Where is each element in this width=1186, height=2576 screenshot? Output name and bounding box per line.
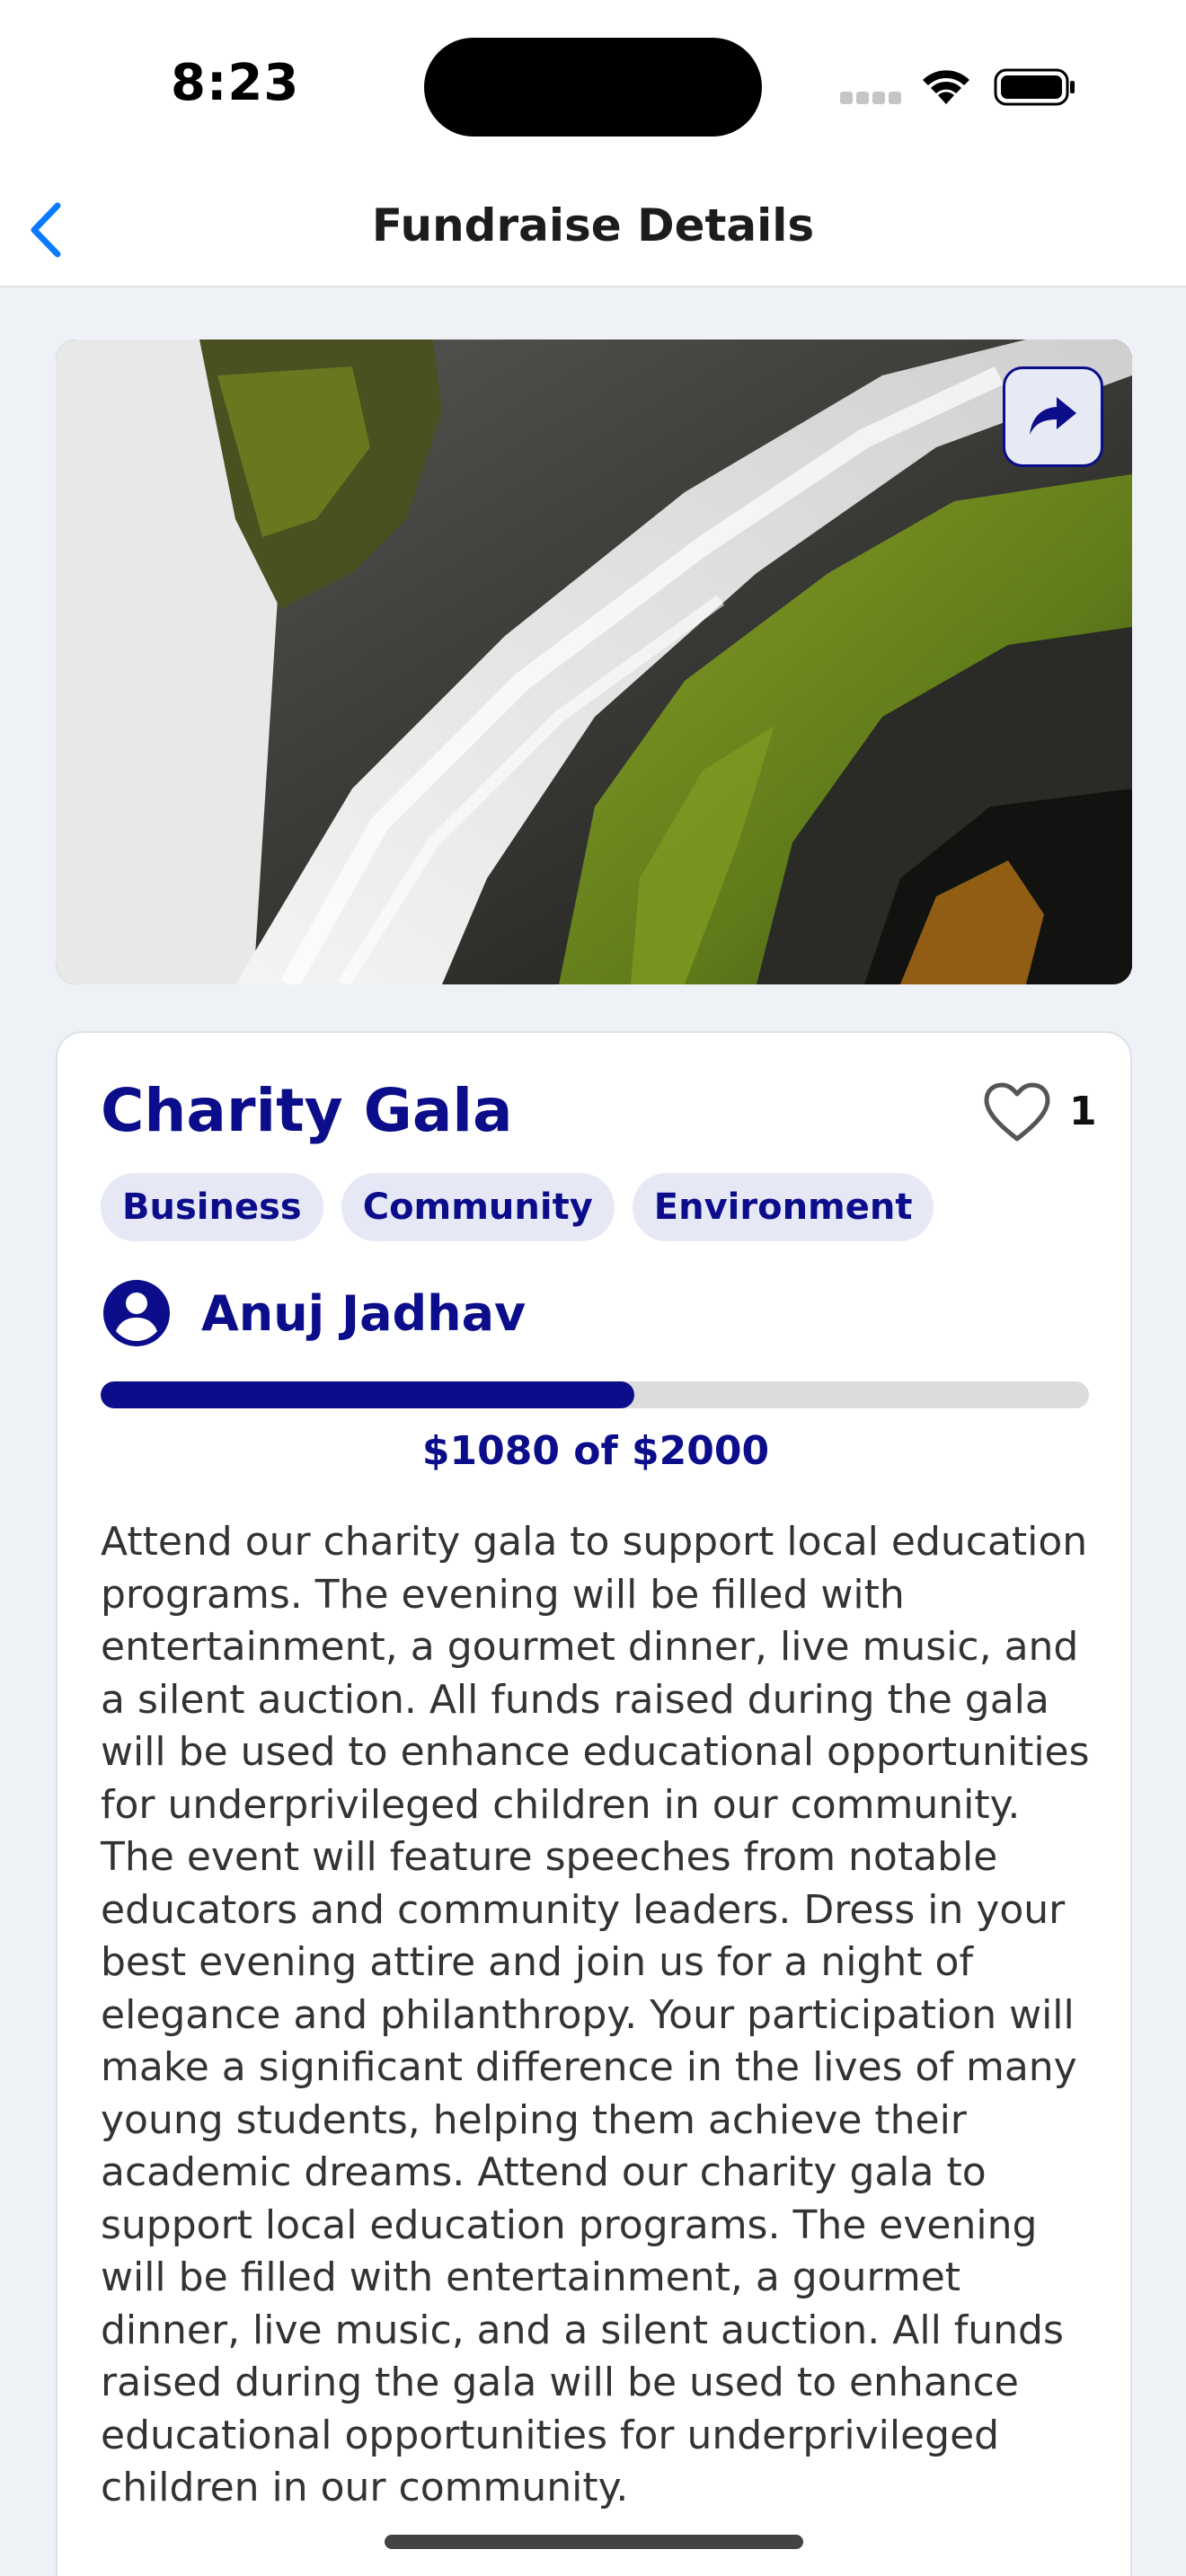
share-button[interactable] <box>1003 366 1103 467</box>
fundraiser-cover-image <box>56 340 1132 984</box>
navigation-bar: Fundraise Details <box>0 171 1186 287</box>
status-time: 8:23 <box>171 54 300 112</box>
battery-icon <box>994 68 1075 106</box>
screen: 8:23 Fundraise Details Charity Gala 1 Bu… <box>0 0 1186 2576</box>
waterfall-photo <box>56 340 1132 984</box>
user-circle-icon <box>103 1280 170 1346</box>
dynamic-island <box>424 38 762 137</box>
fundraiser-details-card: Charity Gala 1 Business Community Enviro… <box>56 1031 1132 2576</box>
category-tags: Business Community Environment <box>101 1173 934 1241</box>
share-arrow-icon <box>1030 397 1076 435</box>
funding-progress-fill <box>101 1381 634 1408</box>
heart-outline-icon[interactable] <box>983 1081 1051 1142</box>
like-count: 1 <box>1069 1089 1097 1134</box>
tag-community[interactable]: Community <box>341 1173 615 1241</box>
organizer-name: Anuj Jadhav <box>201 1284 527 1342</box>
organizer[interactable]: Anuj Jadhav <box>101 1277 526 1349</box>
tag-business[interactable]: Business <box>101 1173 323 1241</box>
fundraiser-title: Charity Gala <box>101 1076 513 1145</box>
status-bar: 8:23 <box>0 0 1186 171</box>
wifi-icon <box>923 70 969 104</box>
page-title: Fundraise Details <box>371 199 815 251</box>
tag-environment[interactable]: Environment <box>632 1173 934 1241</box>
funding-progress-bar <box>101 1381 1089 1408</box>
fundraiser-description: Attend our charity gala to support local… <box>101 1519 1090 2510</box>
cellular-signal-icon <box>840 92 901 104</box>
home-indicator <box>385 2535 803 2549</box>
funding-progress-text: $1080 of $2000 <box>421 1428 770 1474</box>
